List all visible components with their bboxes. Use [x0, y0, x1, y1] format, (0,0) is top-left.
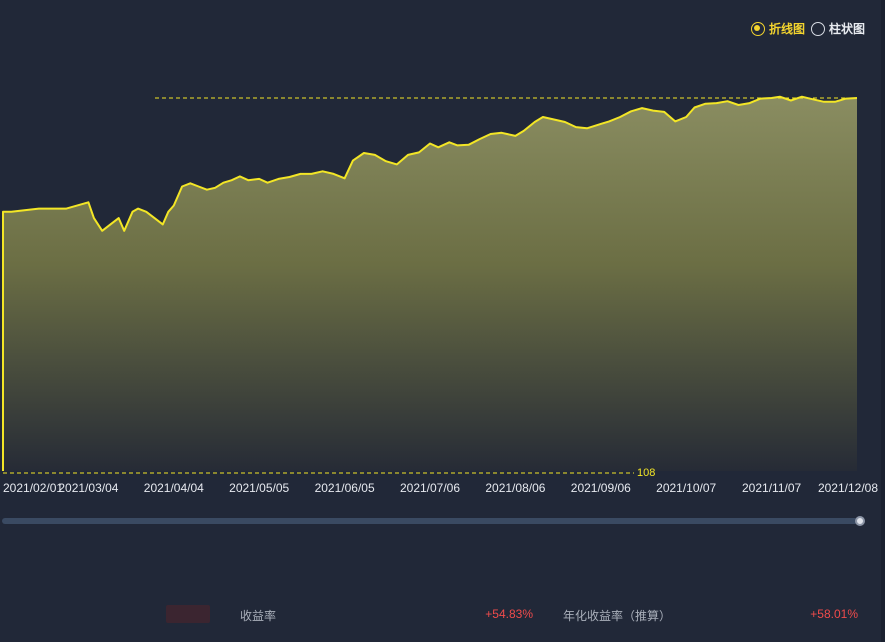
right-edge-strip: [881, 0, 885, 642]
x-tick-label: 2021/08/06: [485, 481, 545, 495]
x-tick-label: 2021/10/07: [656, 481, 716, 495]
x-tick-label: 2021/02/01: [3, 481, 63, 495]
return-value: +54.83%: [485, 607, 533, 621]
range-handle[interactable]: [855, 516, 865, 526]
x-tick-label: 2021/07/06: [400, 481, 460, 495]
x-tick-label: 2021/05/05: [229, 481, 289, 495]
annual-return-value: +58.01%: [810, 607, 858, 621]
x-tick-label: 2021/09/06: [571, 481, 631, 495]
return-label: 收益率: [240, 609, 277, 623]
x-tick-label: 2021/04/04: [144, 481, 204, 495]
x-tick-label: 2021/11/07: [742, 481, 801, 495]
x-tick-label: 2021/12/08: [818, 481, 878, 495]
range-scrollbar[interactable]: [2, 518, 858, 524]
stats-row: 收益率 +54.83% 年化收益率（推算） +58.01%: [0, 605, 885, 625]
chart-panel: 折线图 柱状图 108 2021/02/01 2021/03/04 2021/04/…: [0, 0, 885, 642]
area-fill: [3, 96, 857, 471]
min-value-label: 108: [637, 467, 655, 479]
x-tick-label: 2021/06/05: [315, 481, 375, 495]
x-tick-label: 2021/03/04: [58, 481, 118, 495]
area-chart[interactable]: 108 2021/02/012021/03/04 2021/04/04 2021/0…: [0, 0, 885, 500]
annual-return-label: 年化收益率（推算）: [563, 609, 672, 623]
series-swatch: [166, 605, 210, 623]
